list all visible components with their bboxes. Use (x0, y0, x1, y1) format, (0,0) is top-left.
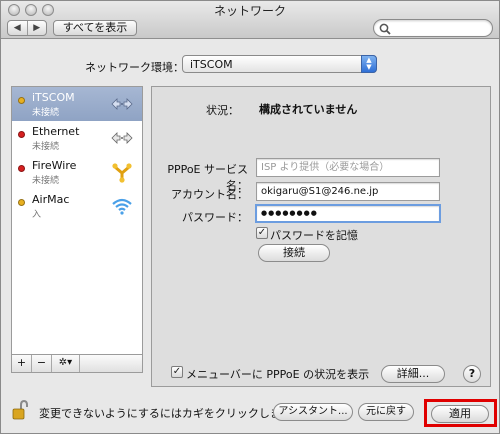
connect-button[interactable]: 接続 (258, 244, 330, 262)
forward-icon[interactable]: ▶ (26, 21, 47, 35)
show-all-button[interactable]: すべてを表示 (53, 20, 137, 36)
back-forward-control: ◀ ▶ (7, 20, 47, 36)
assistant-button[interactable]: アシスタント... (273, 403, 353, 421)
location-select[interactable]: iTSCOM ▲ ▼ (182, 55, 377, 73)
menubar-status-label: メニューバーに PPPoE の状況を表示 (186, 368, 370, 381)
status-dot-icon (18, 199, 25, 206)
location-value: iTSCOM (190, 58, 233, 71)
password-input[interactable]: ●●●●●●●● (255, 204, 441, 223)
revert-button[interactable]: 元に戻す (358, 403, 414, 421)
account-label: アカウント名： (171, 188, 248, 201)
password-label: パスワード： (182, 211, 248, 224)
ppp-arrows-icon (111, 98, 133, 110)
add-service-button[interactable]: + (12, 355, 32, 372)
service-list: iTSCOM 未接続 Ethernet 未接続 FireWire 未接続 Air… (11, 86, 143, 373)
window-title: ネットワーク (213, 4, 286, 18)
status-label: 状況： (206, 104, 239, 117)
status-dot-icon (18, 165, 25, 172)
status-dot-icon (18, 131, 25, 138)
wifi-icon (112, 198, 132, 215)
search-field[interactable] (373, 19, 493, 37)
service-item-itscom[interactable]: iTSCOM 未接続 (12, 87, 142, 121)
service-item-firewire[interactable]: FireWire 未接続 (12, 155, 142, 189)
service-status: 入 (32, 210, 42, 220)
service-list-controls: + − ✲▾ (12, 354, 142, 372)
title-bar: ネットワーク ◀ ▶ すべてを表示 (1, 1, 499, 39)
pppoe-service-input[interactable]: ISP より提供（必要な場合） (256, 158, 440, 177)
service-name: iTSCOM (32, 91, 75, 104)
apply-button[interactable]: 適用 (431, 405, 489, 423)
remove-service-button[interactable]: − (32, 355, 52, 372)
advanced-button[interactable]: 詳細... (381, 365, 445, 383)
service-name: AirMac (32, 193, 70, 206)
service-detail-pane: 状況： 構成されていません PPPoE サービス名： ISP より提供（必要な場… (151, 86, 491, 387)
network-preferences-window: ネットワーク ◀ ▶ すべてを表示 ネットワーク環境： iTSCOM ▲ ▼ iT… (0, 0, 500, 434)
popup-arrows-icon: ▲ ▼ (361, 55, 377, 73)
back-icon[interactable]: ◀ (8, 21, 27, 35)
firewire-icon (112, 163, 132, 183)
lock-message: 変更できないようにするにはカギをクリックします。 (39, 407, 302, 420)
help-button[interactable]: ? (463, 365, 481, 383)
lock-icon[interactable] (12, 400, 28, 420)
service-name: Ethernet (32, 125, 80, 138)
service-status: 未接続 (32, 176, 60, 186)
remember-password-label: パスワードを記憶 (270, 229, 358, 242)
account-input[interactable]: okigaru@S1@246.ne.jp (256, 182, 440, 201)
service-item-ethernet[interactable]: Ethernet 未接続 (12, 121, 142, 155)
ethernet-arrows-icon (111, 132, 133, 144)
status-dot-icon (18, 97, 25, 104)
service-status: 未接続 (32, 108, 60, 118)
menubar-status-checkbox[interactable]: ✓ (171, 366, 183, 378)
service-name: FireWire (32, 159, 77, 172)
remember-password-checkbox[interactable]: ✓ (256, 227, 268, 239)
status-value: 構成されていません (259, 103, 358, 116)
search-icon (379, 23, 391, 35)
gear-menu-button[interactable]: ✲▾ (52, 355, 80, 372)
service-status: 未接続 (32, 142, 60, 152)
service-item-airmac[interactable]: AirMac 入 (12, 189, 142, 223)
location-label: ネットワーク環境： (85, 61, 184, 74)
